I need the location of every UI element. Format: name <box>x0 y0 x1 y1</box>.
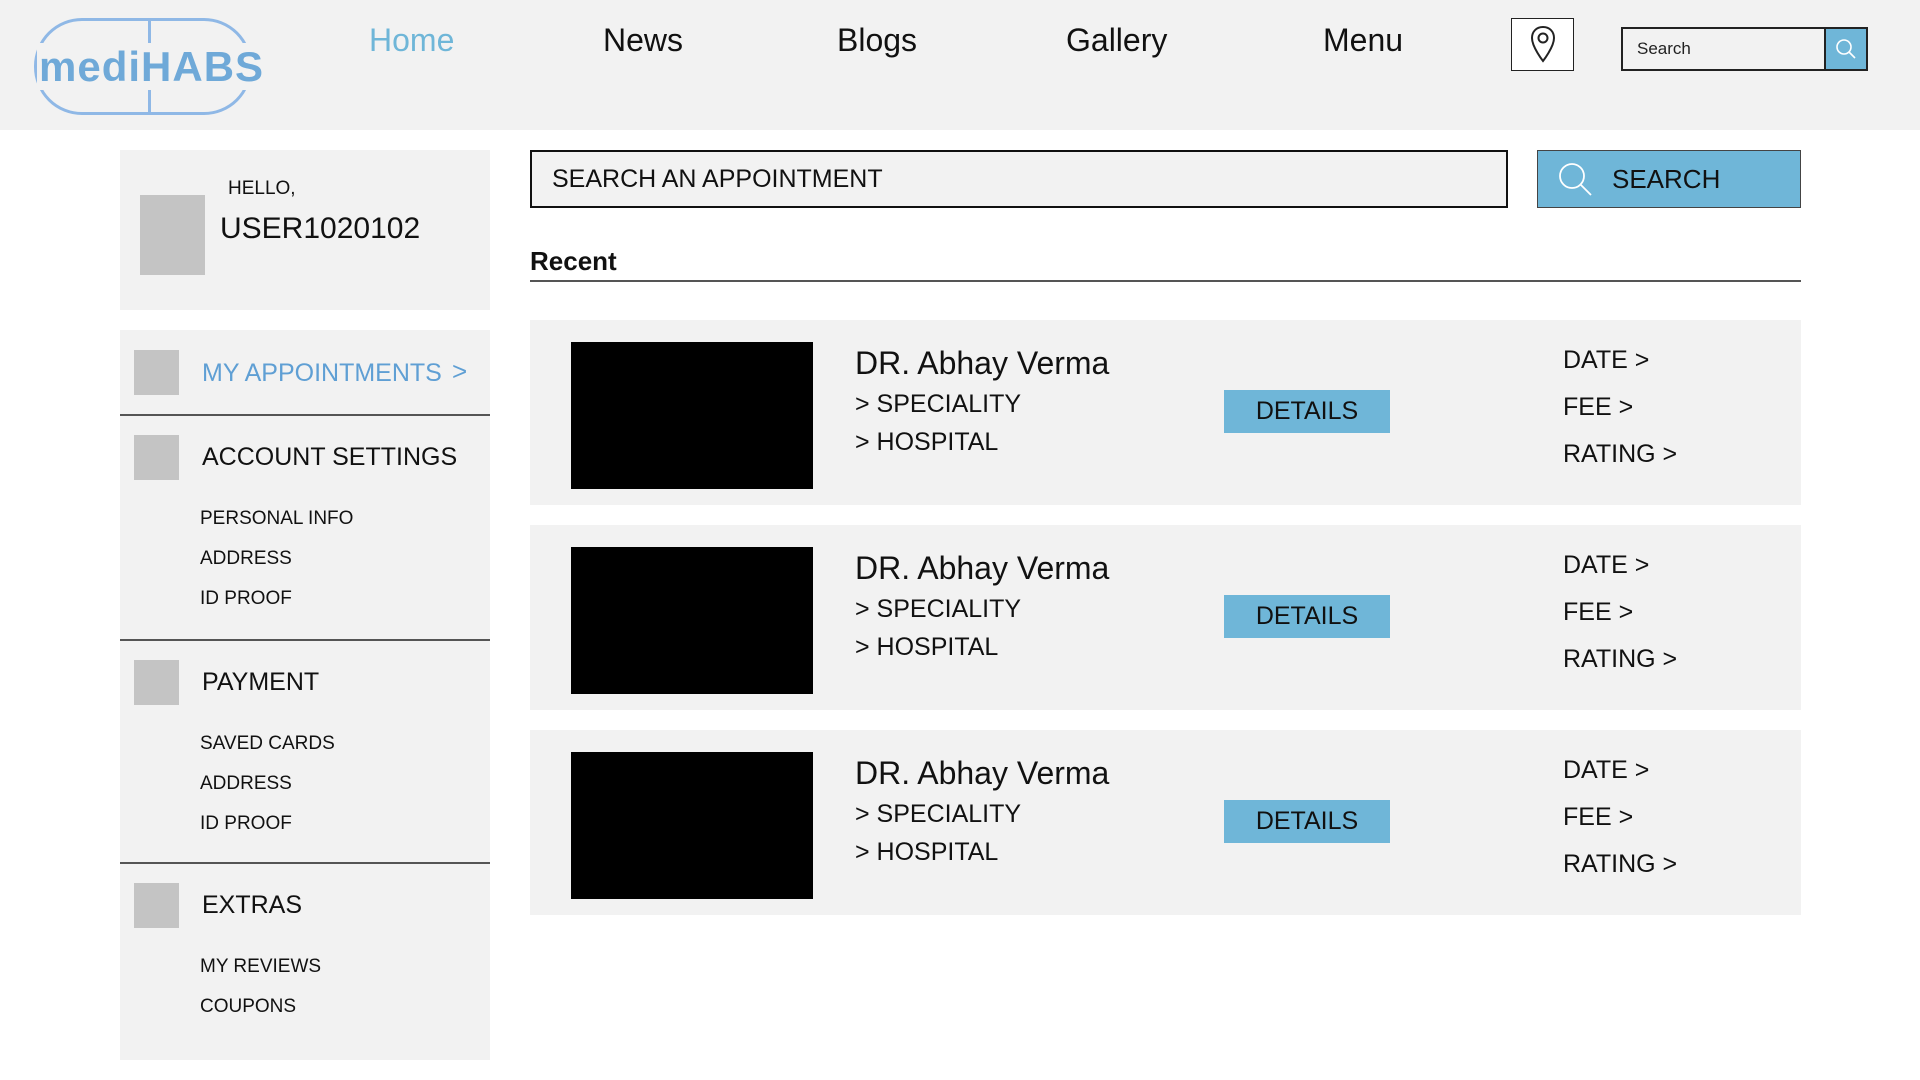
divider <box>120 414 490 416</box>
sidebar-subitem-saved-cards[interactable]: SAVED CARDS <box>200 733 335 755</box>
nav-gallery[interactable]: Gallery <box>1066 22 1167 59</box>
appointment-card: DR. Abhay Verma > SPECIALITY > HOSPITAL … <box>530 525 1801 710</box>
sidebar-item-payment[interactable]: PAYMENT <box>202 668 319 697</box>
chevron-right-icon[interactable]: > <box>452 356 467 387</box>
greeting: HELLO, <box>228 178 296 199</box>
map-pin-icon <box>1530 25 1555 63</box>
nav-news[interactable]: News <box>603 22 683 59</box>
header-search-button[interactable] <box>1824 29 1866 69</box>
details-button[interactable]: DETAILS <box>1224 390 1390 433</box>
appointment-card: DR. Abhay Verma > SPECIALITY > HOSPITAL … <box>530 730 1801 915</box>
doctor-hospital[interactable]: > HOSPITAL <box>855 838 998 867</box>
sidebar-menu: MY APPOINTMENTS > ACCOUNT SETTINGS PERSO… <box>120 330 490 1060</box>
sidebar-subitem-coupons[interactable]: COUPONS <box>200 996 296 1018</box>
logo-text: mediHABS <box>37 43 267 90</box>
search-icon-wrap <box>1538 161 1612 197</box>
doctor-photo <box>571 752 813 899</box>
sidebar-subitem-personal-info[interactable]: PERSONAL INFO <box>200 508 353 530</box>
recent-divider <box>530 280 1801 282</box>
my-appointments-icon <box>134 350 179 395</box>
rating-link[interactable]: RATING > <box>1563 850 1677 879</box>
search-button-label: SEARCH <box>1612 163 1721 194</box>
appointment-search-input[interactable]: SEARCH AN APPOINTMENT <box>530 150 1508 208</box>
date-link[interactable]: DATE > <box>1563 346 1649 375</box>
header-search: Search <box>1621 27 1868 71</box>
sidebar-item-my-appointments[interactable]: MY APPOINTMENTS <box>202 359 442 388</box>
date-link[interactable]: DATE > <box>1563 551 1649 580</box>
divider <box>120 639 490 641</box>
fee-link[interactable]: FEE > <box>1563 598 1633 627</box>
search-icon <box>1836 39 1856 59</box>
doctor-name[interactable]: DR. Abhay Verma <box>855 755 1109 792</box>
doctor-hospital[interactable]: > HOSPITAL <box>855 428 998 457</box>
brand-logo[interactable]: mediHABS <box>34 18 267 115</box>
extras-icon <box>134 883 179 928</box>
logo-text-wrap: mediHABS <box>37 43 267 91</box>
location-button[interactable] <box>1511 18 1574 71</box>
sidebar-subitem-my-reviews[interactable]: MY REVIEWS <box>200 956 321 978</box>
fee-link[interactable]: FEE > <box>1563 393 1633 422</box>
recent-heading: Recent <box>530 246 617 276</box>
account-settings-icon <box>134 435 179 480</box>
top-header: mediHABS Home News Blogs Gallery Menu Se… <box>0 0 1920 130</box>
doctor-photo <box>571 547 813 694</box>
doctor-name[interactable]: DR. Abhay Verma <box>855 550 1109 587</box>
rating-link[interactable]: RATING > <box>1563 645 1677 674</box>
doctor-speciality[interactable]: > SPECIALITY <box>855 800 1021 829</box>
doctor-photo <box>571 342 813 489</box>
nav-blogs[interactable]: Blogs <box>837 22 917 59</box>
sidebar-item-account-settings[interactable]: ACCOUNT SETTINGS <box>202 443 457 472</box>
fee-link[interactable]: FEE > <box>1563 803 1633 832</box>
sidebar-item-extras[interactable]: EXTRAS <box>202 891 302 920</box>
doctor-speciality[interactable]: > SPECIALITY <box>855 595 1021 624</box>
nav-home[interactable]: Home <box>369 22 454 59</box>
appointment-card: DR. Abhay Verma > SPECIALITY > HOSPITAL … <box>530 320 1801 505</box>
appointment-search-button[interactable]: SEARCH <box>1537 150 1801 208</box>
sidebar-subitem-payment-address[interactable]: ADDRESS <box>200 773 292 795</box>
details-button[interactable]: DETAILS <box>1224 595 1390 638</box>
divider <box>120 862 490 864</box>
doctor-speciality[interactable]: > SPECIALITY <box>855 390 1021 419</box>
doctor-name[interactable]: DR. Abhay Verma <box>855 345 1109 382</box>
header-search-input[interactable]: Search <box>1623 29 1824 69</box>
rating-link[interactable]: RATING > <box>1563 440 1677 469</box>
date-link[interactable]: DATE > <box>1563 756 1649 785</box>
avatar[interactable] <box>140 195 205 275</box>
username: USER1020102 <box>220 212 421 245</box>
user-card: HELLO, USER1020102 <box>120 150 490 310</box>
details-button[interactable]: DETAILS <box>1224 800 1390 843</box>
payment-icon <box>134 660 179 705</box>
search-icon <box>1559 163 1592 196</box>
nav-menu[interactable]: Menu <box>1323 22 1403 59</box>
sidebar-subitem-address[interactable]: ADDRESS <box>200 548 292 570</box>
sidebar-subitem-id-proof[interactable]: ID PROOF <box>200 588 292 610</box>
doctor-hospital[interactable]: > HOSPITAL <box>855 633 998 662</box>
sidebar-subitem-payment-id-proof[interactable]: ID PROOF <box>200 813 292 835</box>
